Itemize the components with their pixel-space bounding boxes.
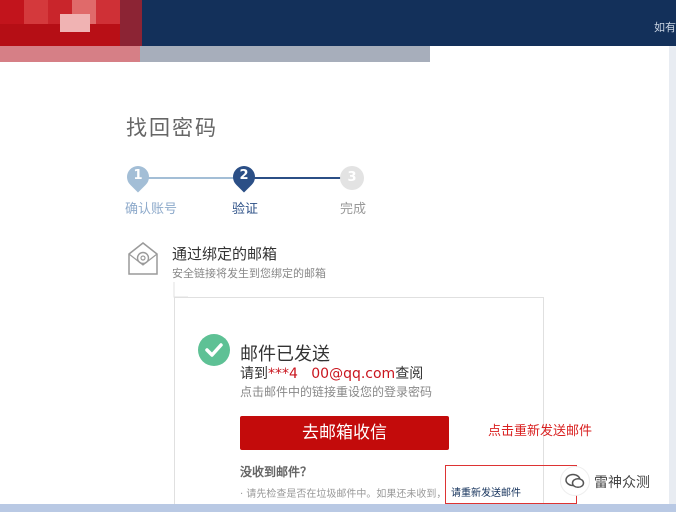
right-scroll-edge <box>669 46 676 512</box>
not-received-heading: 没收到邮件？ <box>240 465 313 479</box>
step-1-label: 确认账号 <box>125 202 178 217</box>
go-to-mailbox-button[interactable]: 去邮箱收信 <box>240 416 449 450</box>
spam-tip: · 请先检查是否在垃圾邮件中。如果还未收到， <box>240 489 447 500</box>
check-email-line: 请到***4 00@qq.com查阅 <box>240 363 423 383</box>
header-right-text[interactable]: 如有 <box>654 19 676 35</box>
check-circle-icon <box>198 334 230 366</box>
step-3-label: 完成 <box>340 202 367 217</box>
watermark: 雷神众测 <box>560 466 672 496</box>
annotation-text: 点击重新发送邮件 <box>488 424 593 439</box>
mail-at-icon <box>126 240 160 280</box>
method-subtitle: 安全链接将发生到您绑定的邮箱 <box>172 267 326 280</box>
method-title: 通过绑定的邮箱 <box>172 245 278 263</box>
step-1-number: 1 <box>133 168 143 183</box>
step-3-marker: 3 <box>340 166 364 190</box>
sub-header-accent <box>0 46 140 62</box>
top-header-bar: 如有 <box>0 0 676 46</box>
step-line-1 <box>138 177 244 179</box>
wechat-icon <box>560 466 590 496</box>
page-title: 找回密码 <box>126 116 218 140</box>
watermark-text: 雷神众测 <box>594 475 650 491</box>
check-email-prefix: 请到 <box>240 366 268 382</box>
reset-hint: 点击邮件中的链接重设您的登录密码 <box>240 385 433 399</box>
bottom-bar <box>0 504 676 512</box>
masked-email: ***4 00@qq.com <box>268 366 396 382</box>
step-2-label: 验证 <box>232 202 259 217</box>
check-email-suffix: 查阅 <box>395 366 424 382</box>
panel-notch <box>173 282 188 298</box>
resend-highlight-box <box>445 465 577 504</box>
blurred-logo <box>0 0 142 46</box>
step-line-2 <box>244 177 352 179</box>
step-2-number: 2 <box>239 168 249 183</box>
